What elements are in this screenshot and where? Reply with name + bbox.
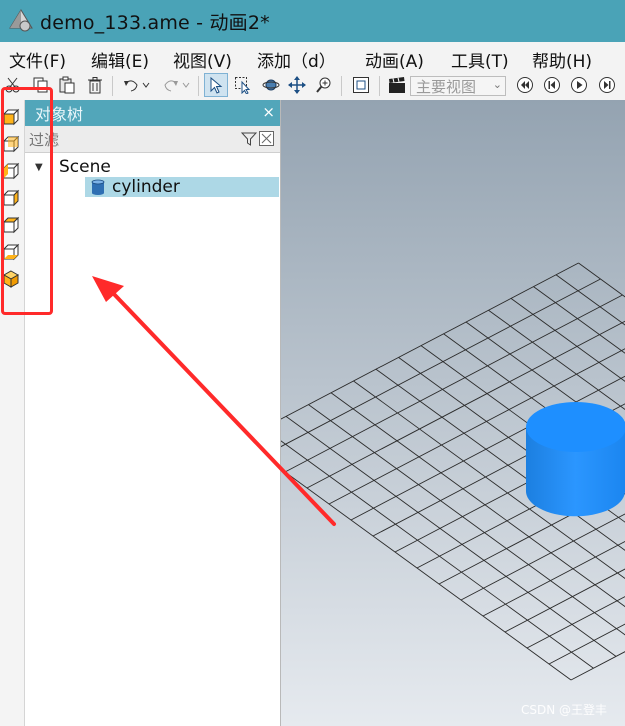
filter-input[interactable] [27,129,243,151]
clear-filter-icon[interactable] [259,131,274,146]
app-logo-icon [9,9,33,32]
panel-title: 对象树 [35,105,84,124]
cylinder-icon [91,179,105,195]
front-view-cube-icon[interactable] [2,108,20,126]
toolbar-separator [341,76,342,96]
left-view-toolbar [0,100,25,726]
top-view-cube-icon[interactable] [2,216,20,234]
box-select-icon[interactable] [232,74,254,96]
expand-caret-icon[interactable]: ▼ [35,162,53,173]
back-view-cube-icon[interactable] [2,135,20,153]
3d-viewport[interactable]: CSDN @王登丰 [281,100,625,726]
window-title: demo_133.ame - 动画2* [40,11,270,34]
menu-file[interactable]: 文件(F) [9,47,66,72]
left-view-cube-icon[interactable] [2,162,20,180]
pan-icon[interactable] [286,74,308,96]
funnel-icon[interactable] [241,131,257,147]
right-view-cube-icon[interactable] [2,189,20,207]
zoom-icon[interactable] [313,74,335,96]
filter-bar [25,126,280,153]
menu-animation[interactable]: 动画(A) [365,47,424,72]
menu-bar: 文件(F) 编辑(E) 视图(V) 添加（d） 动画(A) 工具(T) 帮助(H… [0,42,625,72]
cut-icon[interactable] [2,74,24,96]
menu-add[interactable]: 添加（d） [257,47,336,72]
menu-help[interactable]: 帮助(H) [532,47,592,72]
tree-item-label: Scene [59,157,111,177]
fit-view-icon[interactable] [350,74,372,96]
toolbar-separator [198,76,199,96]
view-select[interactable]: 主要视图 ⌄ [410,76,506,96]
toolbar-separator [379,76,380,96]
bottom-view-cube-icon[interactable] [2,243,20,261]
menu-view[interactable]: 视图(V) [173,47,232,72]
copy-icon[interactable] [30,74,52,96]
watermark-text: CSDN @王登丰 [520,703,607,717]
menu-edit[interactable]: 编辑(E) [91,47,149,72]
redo-icon[interactable] [160,74,182,96]
toolbar-separator [112,76,113,96]
play-icon[interactable] [568,74,590,96]
title-bar: demo_133.ame - 动画2* [0,0,625,42]
redo-dropdown-icon[interactable] [180,74,192,96]
close-icon[interactable]: × [262,103,275,121]
tree-item-label: cylinder [112,177,180,197]
step-back-icon[interactable] [541,74,563,96]
clapper-icon[interactable] [386,74,408,96]
select-arrow-icon[interactable] [204,73,228,97]
tree-item-cylinder[interactable]: cylinder [85,177,279,197]
paste-icon[interactable] [56,74,78,96]
object-tree-panel: 对象树 × ▼ Scene cylinder [25,100,281,726]
step-forward-icon[interactable] [596,74,618,96]
toolbar [0,72,625,100]
menu-tools[interactable]: 工具(T) [451,47,509,72]
undo-icon[interactable] [120,74,142,96]
orbit-icon[interactable] [260,74,282,96]
undo-dropdown-icon[interactable] [140,74,152,96]
chevron-down-icon: ⌄ [492,78,502,91]
delete-icon[interactable] [84,74,106,96]
cylinder-object[interactable] [281,100,625,726]
tree-item-scene[interactable]: ▼ Scene [35,157,275,177]
object-tree-header: 对象树 × [25,100,280,126]
view-select-value: 主要视图 [416,77,477,96]
iso-view-cube-icon[interactable] [2,270,20,288]
rewind-icon[interactable] [514,74,536,96]
